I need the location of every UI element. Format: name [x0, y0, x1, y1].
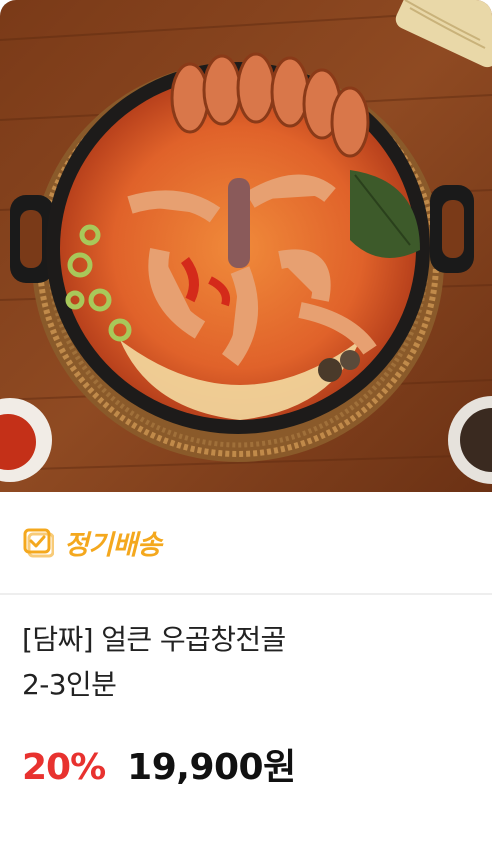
- divider: [0, 593, 492, 595]
- price-row: 20% 19,900원: [22, 738, 296, 788]
- product-title[interactable]: [담짜] 얼큰 우곱창전골 2-3인분: [22, 617, 472, 707]
- product-title-line2: 2-3인분: [22, 668, 117, 701]
- product-title-line1: [담짜] 얼큰 우곱창전골: [22, 623, 286, 656]
- subscription-label: 정기배송: [64, 529, 162, 561]
- sale-price: 19,900원: [127, 747, 296, 788]
- product-card[interactable]: 정기배송 [담짜] 얼큰 우곱창전골 2-3인분 20% 19,900원: [0, 0, 492, 862]
- subscription-badge: 정기배송: [22, 520, 162, 564]
- hotpot-photo: [0, 0, 492, 492]
- discount-rate: 20%: [22, 747, 106, 788]
- calendar-check-icon: [23, 528, 54, 558]
- product-image[interactable]: [0, 0, 492, 492]
